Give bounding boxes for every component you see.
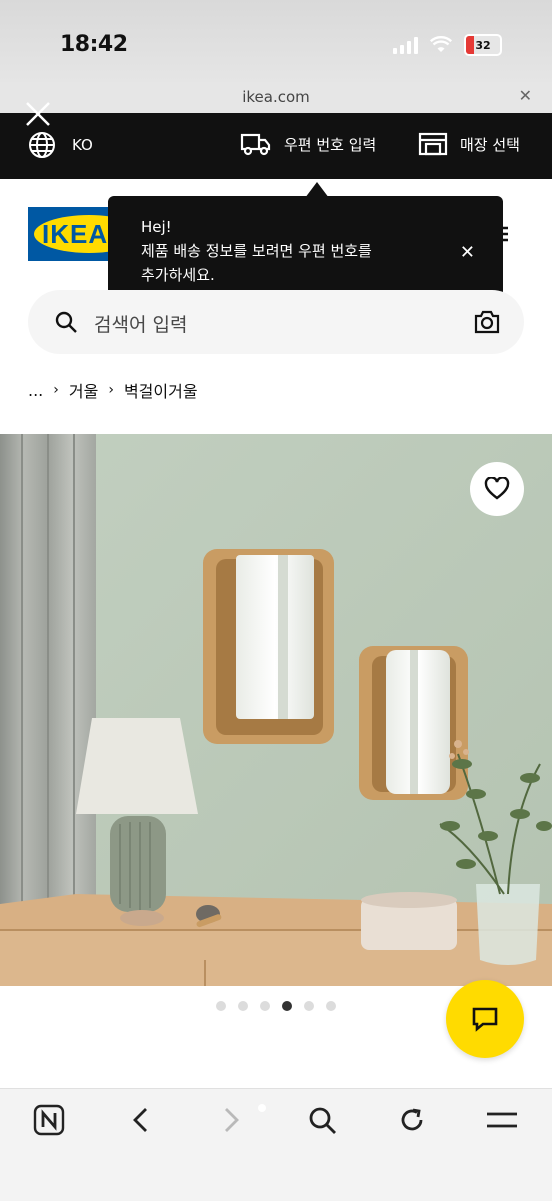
search-icon [55,311,77,333]
carousel-dot[interactable] [216,1001,226,1011]
browser-bottom-bar [0,1088,552,1201]
search-input[interactable]: 검색어 입력 [94,310,187,337]
chat-icon [472,1007,498,1032]
forward-icon[interactable] [216,1104,248,1136]
tooltip-text: Hej! 제품 배송 정보를 보려면 우편 번호를 추가하세요. [141,215,441,287]
tooltip-message-line2: 추가하세요. [141,266,215,284]
product-image[interactable] [0,434,552,986]
back-icon[interactable] [124,1104,156,1136]
postcode-tooltip: Hej! 제품 배송 정보를 보려면 우편 번호를 추가하세요. ✕ [108,196,503,305]
chevron-right-icon: › [53,382,59,398]
chat-button[interactable] [446,980,524,1058]
postcode-button[interactable]: 우편 번호 입력 [240,131,376,157]
postcode-label: 우편 번호 입력 [284,135,377,154]
carousel-dot[interactable] [282,1001,292,1011]
store-selector[interactable]: 매장 선택 [418,131,520,157]
breadcrumb-ellipsis[interactable]: ... [28,381,43,400]
breadcrumb-wall-mirrors[interactable]: 벽걸이거울 [124,378,198,402]
page-indicator-dot [258,1104,266,1112]
chevron-right-icon: › [108,382,114,398]
store-icon [418,132,448,156]
tooltip-close-icon[interactable]: ✕ [460,242,475,263]
carousel-dot[interactable] [238,1001,248,1011]
menu-icon[interactable] [486,1104,518,1136]
camera-icon[interactable] [474,310,500,334]
status-time: 18:42 [60,32,128,57]
battery-icon: 32 [464,34,502,56]
logo-text: IKEA [42,219,109,249]
carousel-dot[interactable] [304,1001,314,1011]
breadcrumb: ... › 거울 › 벽걸이거울 [28,378,198,402]
wishlist-button[interactable] [470,462,524,516]
tooltip-message-line1: 제품 배송 정보를 보려면 우편 번호를 [141,242,372,260]
search-bar[interactable]: 검색어 입력 [28,290,524,354]
language-label: KO [72,136,93,154]
carousel-indicator [216,1001,336,1011]
globe-icon [29,132,55,158]
heart-icon [484,477,510,500]
reload-icon[interactable] [396,1104,428,1136]
tooltip-greeting: Hej! [141,218,172,236]
naver-icon[interactable] [33,1104,65,1136]
carousel-dot[interactable] [260,1001,270,1011]
close-icon[interactable] [24,100,52,128]
truck-icon [240,133,271,156]
breadcrumb-mirrors[interactable]: 거울 [69,378,98,402]
url-text[interactable]: ikea.com [0,88,552,106]
wifi-icon [430,36,452,52]
battery-level: 32 [475,38,491,52]
search-icon[interactable] [306,1104,338,1136]
status-icons: 32 [393,34,502,56]
carousel-dot[interactable] [326,1001,336,1011]
url-close-icon[interactable]: ✕ [519,86,532,105]
signal-icon [393,36,418,54]
store-label: 매장 선택 [460,135,520,154]
language-selector[interactable]: KO [28,131,93,159]
